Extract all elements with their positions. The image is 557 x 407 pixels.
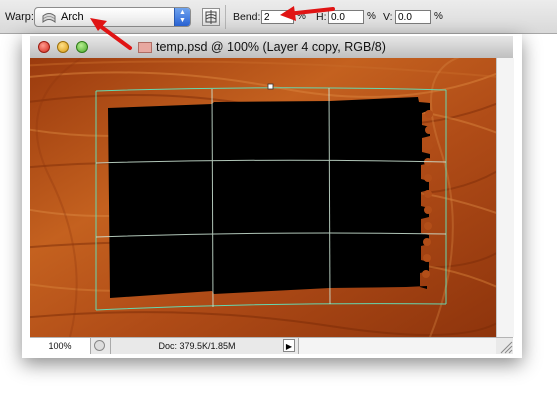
- document-canvas[interactable]: [30, 58, 496, 337]
- close-window-button[interactable]: [38, 41, 50, 53]
- toolbar-separator: [225, 5, 226, 29]
- psd-document-icon: [138, 42, 152, 53]
- bend-unit: %: [297, 11, 306, 22]
- document-status-bar: 100% Doc: 379.5K/1.85M ▶: [30, 337, 513, 354]
- warp-style-value: Arch: [61, 11, 84, 23]
- warp-handle: [267, 83, 274, 90]
- canvas-artwork: [30, 58, 496, 337]
- orientation-icon: [205, 10, 217, 24]
- warp-options-bar: Warp: Arch ▲ ▼ Bend: 2 % H: 0.0 % V: 0.0 …: [0, 0, 557, 34]
- zoom-window-button[interactable]: [76, 41, 88, 53]
- change-orientation-button[interactable]: [202, 8, 220, 26]
- arch-warp-icon: [42, 13, 56, 23]
- bend-field[interactable]: 2: [261, 10, 294, 24]
- v-unit: %: [434, 11, 443, 22]
- h-label: H:: [316, 11, 327, 23]
- horizontal-scrollbar[interactable]: [298, 338, 497, 354]
- horizontal-distortion-field[interactable]: 0.0: [328, 10, 364, 24]
- bend-label: Bend:: [233, 11, 261, 23]
- vertical-scrollbar[interactable]: [496, 58, 514, 337]
- v-label: V:: [383, 11, 393, 23]
- minimize-window-button[interactable]: [57, 41, 69, 53]
- document-titlebar[interactable]: temp.psd @ 100% (Layer 4 copy, RGB/8): [30, 36, 513, 59]
- resize-grip-lines: [500, 341, 513, 354]
- resize-grip-icon[interactable]: [496, 338, 513, 354]
- document-size-info: Doc: 379.5K/1.85M: [110, 338, 283, 354]
- status-icon[interactable]: [94, 340, 105, 351]
- zoom-level-field[interactable]: 100%: [30, 338, 91, 354]
- vertical-distortion-field[interactable]: 0.0: [395, 10, 431, 24]
- warped-black-shape: [108, 97, 433, 298]
- h-unit: %: [367, 11, 376, 22]
- document-title: temp.psd @ 100% (Layer 4 copy, RGB/8): [156, 40, 386, 54]
- dropdown-arrows-icon[interactable]: ▲ ▼: [174, 8, 190, 26]
- status-menu-arrow-icon[interactable]: ▶: [283, 339, 295, 352]
- warp-style-dropdown[interactable]: Arch ▲ ▼: [34, 7, 191, 27]
- warp-label: Warp:: [5, 11, 34, 23]
